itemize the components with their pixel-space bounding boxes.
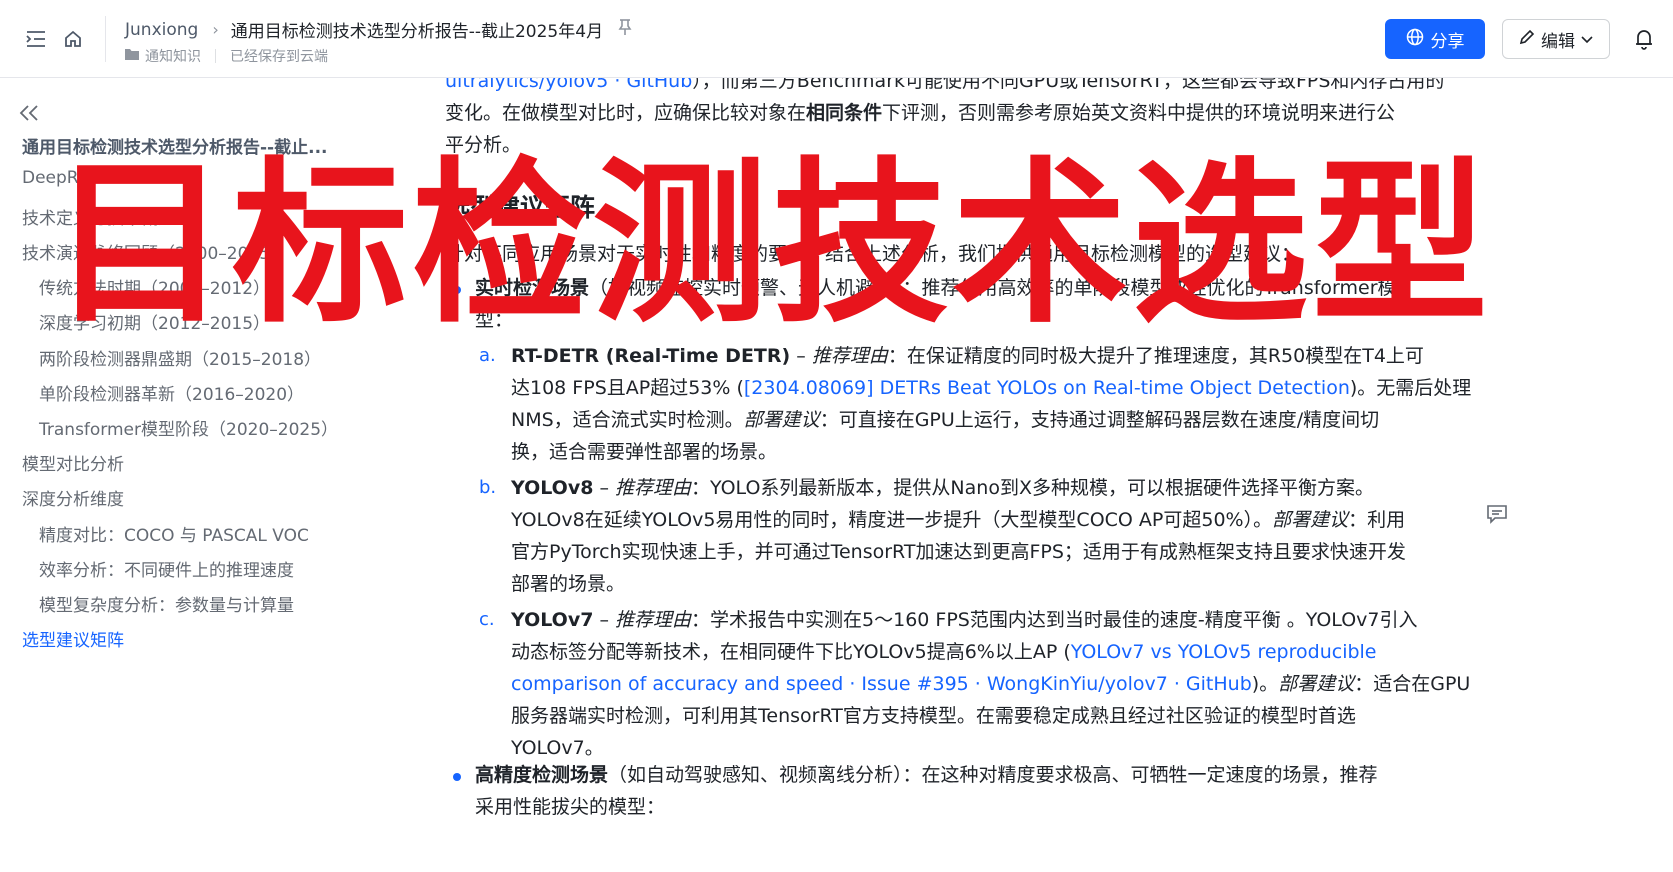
text: )。 [1251,673,1279,695]
italic-text: 部署建议 [743,409,820,431]
text: ），而第三方Benchmark可能使用不同GPU或TensorRT，这些都会导致… [692,78,1445,92]
text: ：YOLO系列最新版本，提供从Nano到X多种规模，可以根据硬件选择平衡方案。 [691,477,1374,499]
text: 官方PyTorch实现快速上手，并可通过TensorRT加速达到更高FPS；适用… [511,541,1406,563]
bold-text: YOLOv7 [511,609,594,631]
edit-button[interactable]: 编辑 [1502,19,1610,59]
text: ：利用 [1348,509,1406,531]
space-name[interactable]: 通知知识 [145,46,201,66]
save-status: 已经保存到云端 [230,49,328,65]
overlay-banner-text: 目标检测技术选型 [52,142,1493,347]
header-divider [105,16,106,62]
italic-text: 部署建议 [1272,509,1349,531]
toc-item-efficiency[interactable]: 效率分析：不同硬件上的推理速度 [39,556,294,581]
text: 变化。在做模型对比时，应确保比较对象在 [445,102,807,124]
home-icon[interactable] [59,25,87,53]
breadcrumb: Junxiong › 通用目标检测技术选型分析报告--截止2025年4月 [125,17,633,42]
list-item-yolov7: YOLOv7 – 推荐理由：学术报告中实测在5～160 FPS范围内达到当时最佳… [511,604,1475,764]
toc-item-complexity[interactable]: 模型复杂度分析：参数量与计算量 [39,591,294,616]
text: 服务器端实时检测，可利用其TensorRT官方支持模型。在需要稳定成熟且经过社区… [511,705,1356,727]
toc-item-transformer[interactable]: Transformer模型阶段（2020–2025） [39,415,338,440]
link-yolov5-github[interactable]: ultralytics/yolov5 · GitHub [445,78,692,92]
bold-text: RT-DETR (Real-Time DETR) [511,345,791,367]
text: ：可直接在GPU上运行，支持通过调整解码器层数在速度/精度间切 [819,409,1380,431]
comment-icon[interactable] [1486,504,1508,528]
text: – [593,609,616,631]
bold-text: YOLOv8 [511,477,594,499]
list-item-rtdetr: RT-DETR (Real-Time DETR) – 推荐理由：在保证精度的同时… [511,340,1475,468]
paragraph: ultralytics/yolov5 · GitHub），而第三方Benchma… [445,78,1475,97]
text: 下评测，否则需参考原始英文资料中提供的环境说明来进行公 [882,102,1396,124]
text: NMS，适合流式实时检测。 [511,409,744,431]
toc-item-model-compare[interactable]: 模型对比分析 [22,450,124,475]
text: 动态标签分配等新技术，在相同硬件下比YOLOv5提高6%以上AP ( [511,641,1071,663]
share-button[interactable]: 分享 [1385,19,1485,59]
text: 采用性能拔尖的模型： [475,796,666,818]
toc-item-depth-analysis[interactable]: 深度分析维度 [22,485,124,510]
menu-fold-icon[interactable] [22,25,50,53]
toc-item-accuracy[interactable]: 精度对比：COCO 与 PASCAL VOC [39,521,309,546]
list-item-high-precision: 高精度检测场景（如自动驾驶感知、视频离线分析）：在这种对精度要求极高、可牺牲一定… [475,759,1475,791]
italic-text: 部署建议 [1278,673,1355,695]
link-yolov7-issue[interactable]: comparison of accuracy and speed · Issue… [511,673,1252,695]
chevron-down-icon [1581,29,1593,49]
pin-icon[interactable] [617,18,633,41]
toc-item-two-stage[interactable]: 两阶段检测器鼎盛期（2015–2018） [39,345,321,370]
italic-text: 推荐理由 [615,609,692,631]
link-yolov7-issue[interactable]: YOLOv7 vs YOLOv5 reproducible [1071,641,1377,663]
meta-divider [215,49,216,63]
paragraph: 变化。在做模型对比时，应确保比较对象在相同条件下评测，否则需参考原始英文资料中提… [445,97,1475,129]
italic-text: 推荐理由 [615,477,692,499]
italic-text: 推荐理由 [811,345,888,367]
edit-label: 编辑 [1541,31,1575,52]
top-header: Junxiong › 通用目标检测技术选型分析报告--截止2025年4月 通知知… [0,0,1673,78]
text: )。无需后处理 [1349,377,1472,399]
double-chevron-left-icon[interactable] [18,104,40,126]
text: YOLOv8在延续YOLOv5易用性的同时，精度进一步提升（大型模型COCO A… [511,509,1273,531]
text: 达108 FPS且AP超过53% ( [511,377,744,399]
text: ：适合在GPU [1354,673,1471,695]
toc-item-selection-matrix[interactable]: 选型建议矩阵 [22,626,124,651]
text: ：在保证精度的同时极大提升了推理速度，其R50模型在T4上可 [887,345,1424,367]
bell-icon[interactable] [1630,25,1658,53]
text: – [790,345,812,367]
folder-icon [125,48,139,64]
bullet [453,773,461,781]
list-marker: b. [479,477,497,498]
pencil-icon [1519,29,1535,50]
text: 换，适合需要弹性部署的场景。 [511,441,778,463]
bold-text: 高精度检测场景 [475,764,609,786]
toc-item-one-stage[interactable]: 单阶段检测器革新（2016–2020） [39,380,304,405]
chevron-right-icon: › [212,20,219,39]
doc-meta: 通知知识 已经保存到云端 [125,46,328,66]
text: 部署的场景。 [511,573,626,595]
list-marker: c. [479,609,495,630]
doc-title[interactable]: 通用目标检测技术选型分析报告--截止2025年4月 [231,17,603,42]
text: – [593,477,616,499]
text: ：学术报告中实测在5～160 FPS范围内达到当时最佳的速度-精度平衡 。YOL… [691,609,1418,631]
list-item-yolov8: YOLOv8 – 推荐理由：YOLO系列最新版本，提供从Nano到X多种规模，可… [511,472,1475,600]
breadcrumb-user[interactable]: Junxiong [125,20,198,40]
text: （如自动驾驶感知、视频离线分析）：在这种对精度要求极高、可牺牲一定速度的场景，推… [608,764,1378,786]
bold-text: 相同条件 [806,102,883,124]
globe-icon [1406,28,1424,51]
share-label: 分享 [1430,31,1465,52]
link-rtdetr-paper[interactable]: [2304.08069] DETRs Beat YOLOs on Real-ti… [744,377,1350,399]
